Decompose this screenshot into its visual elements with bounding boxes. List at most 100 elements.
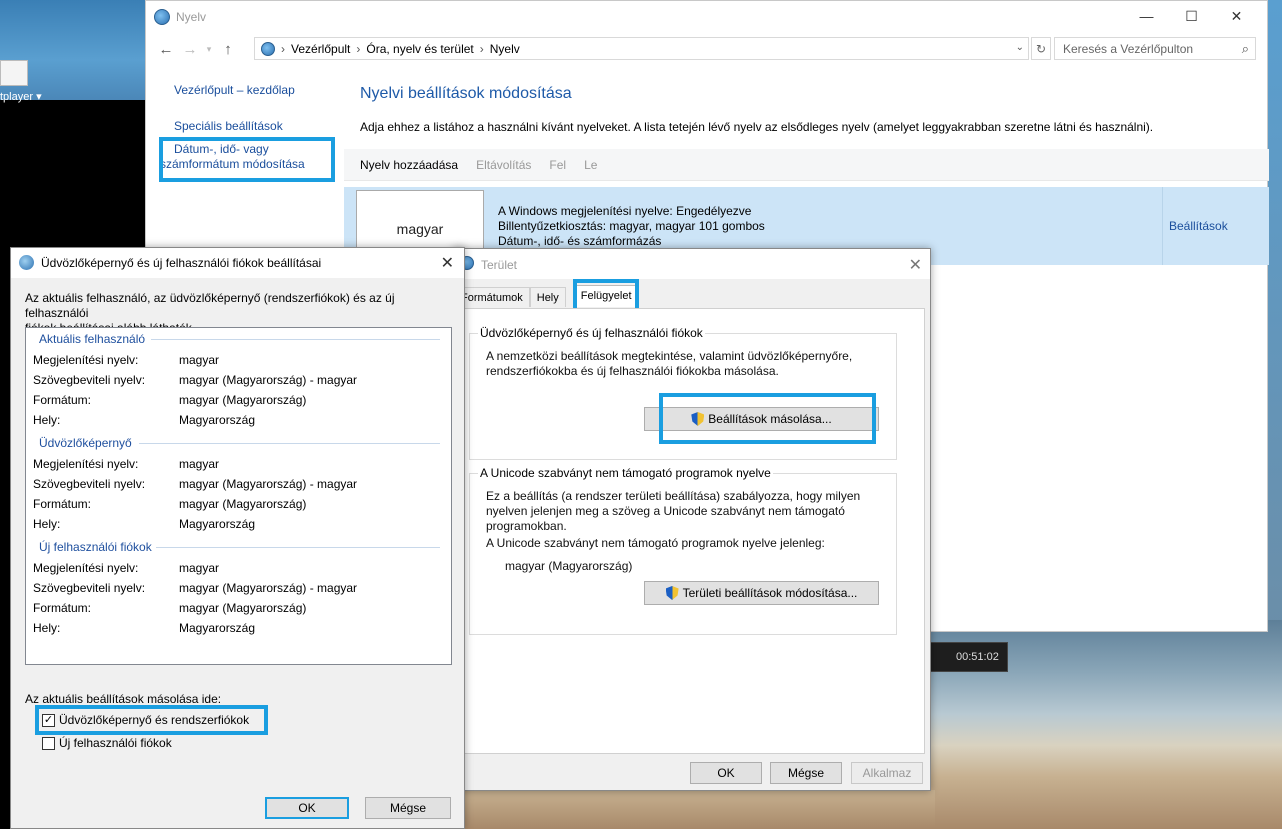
- settings-summary-box: Aktuális felhasználó Megjelenítési nyelv…: [25, 327, 452, 665]
- language-info-line: Dátum-, idő- és számformázás: [498, 234, 662, 248]
- description-line: Az aktuális felhasználó, az üdvözlőképer…: [25, 291, 395, 320]
- remove-button[interactable]: Eltávolítás: [476, 158, 531, 172]
- input-language-label: Szövegbeviteli nyelv:: [33, 477, 146, 491]
- breadcrumb-separator-icon: ›: [356, 41, 361, 56]
- refresh-icon[interactable]: ↻: [1031, 37, 1051, 60]
- unicode-group: A Unicode szabványt nem támogató program…: [469, 466, 897, 635]
- section-divider: [156, 547, 440, 548]
- group-title: Üdvözlőképernyő és új felhasználói fióko…: [478, 326, 705, 340]
- minimize-button[interactable]: —: [1124, 5, 1169, 27]
- display-language-label: Megjelenítési nyelv:: [33, 457, 139, 471]
- location-value: Magyarország: [179, 621, 256, 635]
- dialog-title: Terület: [481, 258, 518, 272]
- group-text: A nemzetközi beállítások megtekintése, v…: [486, 349, 853, 363]
- nav-advanced-link[interactable]: Speciális beállítások: [174, 119, 283, 133]
- format-label: Formátum:: [33, 393, 92, 407]
- tab-panel: Üdvözlőképernyő és új felhasználói fióko…: [459, 308, 925, 754]
- group-title: A Unicode szabványt nem támogató program…: [478, 466, 773, 480]
- breadcrumb-separator-icon: ›: [479, 41, 484, 56]
- move-down-button[interactable]: Le: [584, 158, 597, 172]
- breadcrumb-item[interactable]: Nyelv: [490, 42, 520, 56]
- language-toolbar: Nyelv hozzáadása Eltávolítás Fel Le: [344, 149, 1269, 181]
- move-up-button[interactable]: Fel: [549, 158, 566, 172]
- wallpaper-beach-bottom: [465, 790, 935, 829]
- ok-button[interactable]: OK: [265, 797, 349, 819]
- group-text: Ez a beállítás (a rendszer területi beál…: [486, 489, 861, 503]
- welcome-settings-dialog: Üdvözlőképernyő és új felhasználói fióko…: [10, 247, 465, 829]
- cancel-button[interactable]: Mégse: [365, 797, 451, 819]
- section-divider: [139, 443, 440, 444]
- page-title: Nyelvi beállítások módosítása: [360, 85, 572, 102]
- new-user-accounts-checkbox[interactable]: Új felhasználói fiókok: [42, 736, 172, 750]
- close-button[interactable]: ✕: [1214, 5, 1259, 27]
- display-language-value: magyar: [179, 353, 220, 367]
- language-info: A Windows megjelenítési nyelve: Engedély…: [498, 204, 765, 249]
- checkbox-unchecked-icon[interactable]: [42, 736, 55, 750]
- forward-arrow-icon[interactable]: →: [178, 41, 202, 58]
- breadcrumb-item[interactable]: Vezérlőpult: [291, 42, 350, 56]
- maximize-button[interactable]: ☐: [1169, 5, 1214, 27]
- tab-strip: Formátumok Hely Felügyelet: [454, 285, 639, 309]
- format-label: Formátum:: [33, 497, 92, 511]
- globe-icon: [154, 9, 170, 25]
- uac-shield-icon: [691, 412, 705, 426]
- search-input[interactable]: Keresés a Vezérlőpulton ⌕: [1054, 37, 1256, 60]
- chevron-down-icon[interactable]: ⌄: [1016, 42, 1024, 53]
- dialog-titlebar: Terület ✕: [454, 249, 930, 279]
- location-label: Hely:: [33, 621, 61, 635]
- location-value: Magyarország: [179, 413, 256, 427]
- tab-formats[interactable]: Formátumok: [454, 287, 530, 307]
- checkbox-label: Üdvözlőképernyő és rendszerfiókok: [59, 713, 250, 727]
- search-icon[interactable]: ⌕: [1242, 41, 1249, 57]
- language-info-line: Billentyűzetkiosztás: magyar, magyar 101…: [498, 219, 765, 233]
- up-arrow-icon[interactable]: ↑: [216, 41, 240, 58]
- input-language-value: magyar (Magyarország) - magyar: [179, 373, 358, 387]
- dialog-titlebar: Üdvözlőképernyő és új felhasználói fióko…: [11, 248, 464, 278]
- ok-button[interactable]: OK: [690, 762, 762, 784]
- window-controls: — ☐ ✕: [1124, 5, 1259, 27]
- cancel-button[interactable]: Mégse: [770, 762, 842, 784]
- desktop-file-icon[interactable]: [0, 60, 28, 86]
- welcome-screen-group: Üdvözlőképernyő és új felhasználói fióko…: [469, 326, 897, 460]
- group-text: nyelven jelenjen meg a szöveg a Unicode …: [486, 504, 845, 518]
- copy-settings-button[interactable]: Beállítások másolása...: [644, 407, 879, 431]
- close-icon[interactable]: ✕: [441, 253, 454, 273]
- language-info-line: A Windows megjelenítési nyelve: Engedély…: [498, 204, 752, 218]
- nav-date-format-link-line2[interactable]: számformátum módosítása: [160, 157, 305, 171]
- recent-chevron-icon[interactable]: ▾: [202, 44, 216, 55]
- display-language-label: Megjelenítési nyelv:: [33, 353, 139, 367]
- welcome-screen-checkbox[interactable]: ✓ Üdvözlőképernyő és rendszerfiókok: [42, 713, 249, 727]
- tab-location[interactable]: Hely: [529, 287, 566, 307]
- window-title: Nyelv: [176, 10, 207, 24]
- format-value: magyar (Magyarország): [179, 601, 307, 615]
- format-label: Formátum:: [33, 601, 92, 615]
- breadcrumb-item[interactable]: Óra, nyelv és terület: [366, 42, 473, 56]
- tab-administrative[interactable]: Felügyelet: [573, 285, 639, 307]
- back-arrow-icon[interactable]: ←: [154, 41, 178, 58]
- format-value: magyar (Magyarország): [179, 393, 307, 407]
- format-value: magyar (Magyarország): [179, 497, 307, 511]
- address-bar[interactable]: › Vezérlőpult › Óra, nyelv és terület › …: [254, 37, 1029, 60]
- control-panel-icon: [261, 41, 275, 56]
- checkbox-checked-icon[interactable]: ✓: [42, 713, 55, 727]
- add-language-button[interactable]: Nyelv hozzáadása: [360, 158, 458, 172]
- display-language-value: magyar: [179, 561, 220, 575]
- location-label: Hely:: [33, 517, 61, 531]
- search-placeholder: Keresés a Vezérlőpulton: [1063, 41, 1194, 56]
- nav-home-link[interactable]: Vezérlőpult – kezdőlap: [174, 83, 295, 97]
- close-icon[interactable]: ✕: [909, 255, 922, 275]
- location-label: Hely:: [33, 413, 61, 427]
- breadcrumb-separator-icon: ›: [281, 41, 285, 56]
- button-label: Területi beállítások módosítása...: [682, 586, 858, 600]
- media-time: 00:51:02: [956, 651, 999, 663]
- input-language-value: magyar (Magyarország) - magyar: [179, 477, 358, 491]
- apply-button[interactable]: Alkalmaz: [851, 762, 923, 784]
- taskbar-label[interactable]: tplayer ▾: [0, 90, 42, 103]
- nav-date-format-link-line1[interactable]: Dátum-, idő- vagy: [174, 142, 269, 156]
- language-settings-link[interactable]: Beállítások: [1169, 219, 1228, 233]
- page-description: Adja ehhez a listához a használni kívánt…: [360, 120, 1154, 134]
- checkbox-label: Új felhasználói fiókok: [59, 736, 172, 750]
- section-divider: [151, 339, 440, 340]
- display-language-label: Megjelenítési nyelv:: [33, 561, 139, 575]
- change-locale-button[interactable]: Területi beállítások módosítása...: [644, 581, 879, 605]
